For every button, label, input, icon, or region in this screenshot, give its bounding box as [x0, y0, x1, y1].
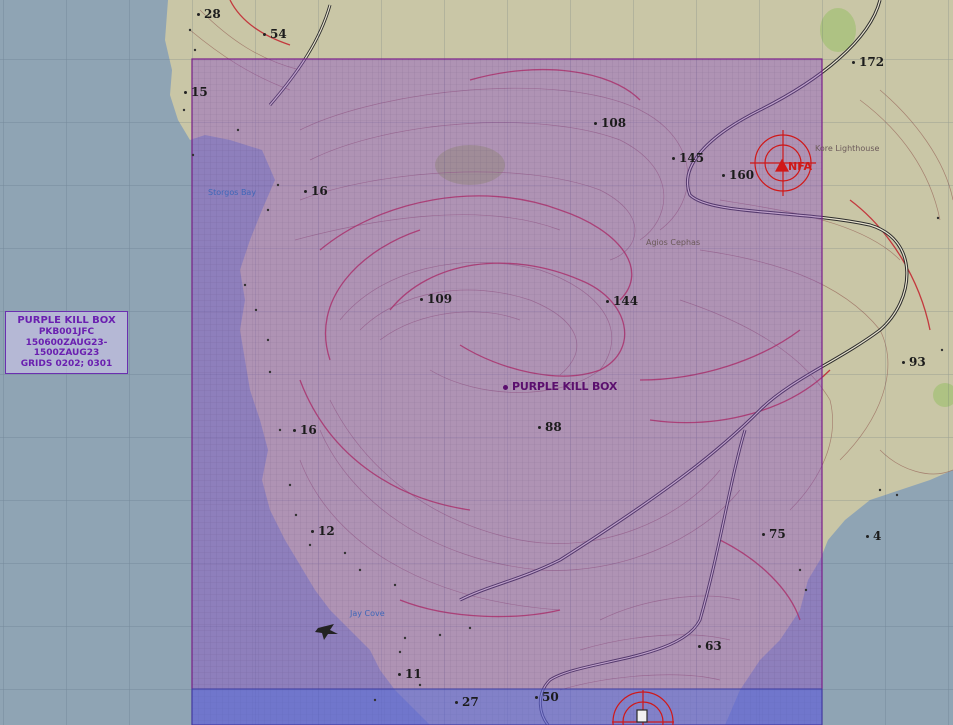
elevation-dot: [902, 361, 905, 364]
elevation-dot: [420, 298, 423, 301]
elevation-label: 145: [672, 151, 704, 165]
elevation-dot: [311, 530, 314, 533]
kill-box-center-marker: [503, 384, 508, 390]
kill-box-info-panel[interactable]: PURPLE KILL BOX PKB001JFC 150600ZAUG23- …: [5, 311, 128, 374]
elevation-dot: [762, 533, 765, 536]
elevation-dot: [304, 190, 307, 193]
elevation-dot: [293, 429, 296, 432]
elevation-value: 27: [462, 695, 479, 709]
place-name-label: Storgos Bay: [208, 188, 257, 197]
elevation-label: 28: [197, 7, 221, 21]
place-name-label: Jay Cove: [350, 609, 385, 618]
nfa-markers: [182, 28, 944, 725]
elevation-dot: [594, 122, 597, 125]
elevation-value: 16: [300, 423, 317, 437]
elevation-value: 63: [705, 639, 722, 653]
elevation-label: 16: [304, 184, 328, 198]
place-name-label: Agios Cephas: [646, 238, 701, 247]
elevation-value: 12: [318, 524, 335, 538]
info-panel-line: 150600ZAUG23-: [25, 337, 108, 348]
wreck-icon: [315, 624, 338, 640]
elevation-value: 108: [601, 116, 627, 130]
elevation-dot: [852, 61, 855, 64]
elevation-label: 108: [594, 116, 626, 130]
info-panel-line: 1500ZAUG23: [33, 348, 100, 358]
elevation-label: 88: [538, 420, 562, 434]
nfa-target-icon[interactable]: [612, 690, 674, 725]
elevation-dot: [398, 673, 401, 676]
elevation-value: 54: [270, 27, 287, 41]
elevation-dot: [722, 174, 725, 177]
elevation-value: 88: [545, 420, 562, 434]
kill-box-label[interactable]: PURPLE KILL BOX: [503, 380, 617, 393]
elevation-dot: [606, 300, 609, 303]
elevation-label: 93: [902, 355, 926, 369]
elevation-label: 144: [606, 294, 638, 308]
elevation-value: 109: [427, 292, 453, 306]
elevation-dot: [455, 701, 458, 704]
elevation-label: 16: [293, 423, 317, 437]
elevation-value: 28: [204, 7, 221, 21]
elevation-label: 75: [762, 527, 786, 541]
elevation-label: 109: [420, 292, 452, 306]
elevation-dot: [535, 696, 538, 699]
elevation-value: 172: [859, 55, 885, 69]
elevation-value: 15: [191, 85, 208, 99]
elevation-label: 11: [398, 667, 422, 681]
elevation-value: 16: [311, 184, 328, 198]
elevation-value: 11: [405, 667, 422, 681]
elevation-dot: [538, 426, 541, 429]
elevation-label: 4: [866, 529, 881, 543]
elevation-value: 160: [729, 168, 755, 182]
elevation-value: 144: [613, 294, 639, 308]
kill-box-label-text: PURPLE KILL BOX: [512, 380, 618, 393]
elevation-value: 75: [769, 527, 786, 541]
nfa-label: NFA: [788, 160, 812, 173]
info-panel-line: GRIDS 0202; 0301: [20, 358, 113, 369]
elevation-dot: [263, 33, 266, 36]
elevation-dot: [184, 91, 187, 94]
elevation-label: 27: [455, 695, 479, 709]
elevation-label: 12: [311, 524, 335, 538]
elevation-dot: [698, 645, 701, 648]
place-name-label: Kore Lighthouse: [815, 144, 880, 153]
elevation-dot: [197, 13, 200, 16]
elevation-label: 63: [698, 639, 722, 653]
elevation-label: 172: [852, 55, 884, 69]
elevation-value: 50: [542, 690, 559, 704]
coast-rocks: [182, 28, 944, 702]
elevation-value: 4: [873, 529, 882, 543]
elevation-label: 54: [263, 27, 287, 41]
elevation-dot: [672, 157, 675, 160]
info-panel-title: PURPLE KILL BOX: [17, 315, 116, 326]
elevation-label: 50: [535, 690, 559, 704]
info-panel-line: PKB001JFC: [38, 327, 95, 337]
tactical-map[interactable]: 28 54 15 172 108 145 160 16 109 144 93 88 16 12 75 4 63 1…: [0, 0, 953, 725]
elevation-value: 145: [679, 151, 705, 165]
elevation-label: 160: [722, 168, 754, 182]
elevation-dot: [866, 535, 869, 538]
elevation-value: 93: [909, 355, 926, 369]
elevation-label: 15: [184, 85, 208, 99]
